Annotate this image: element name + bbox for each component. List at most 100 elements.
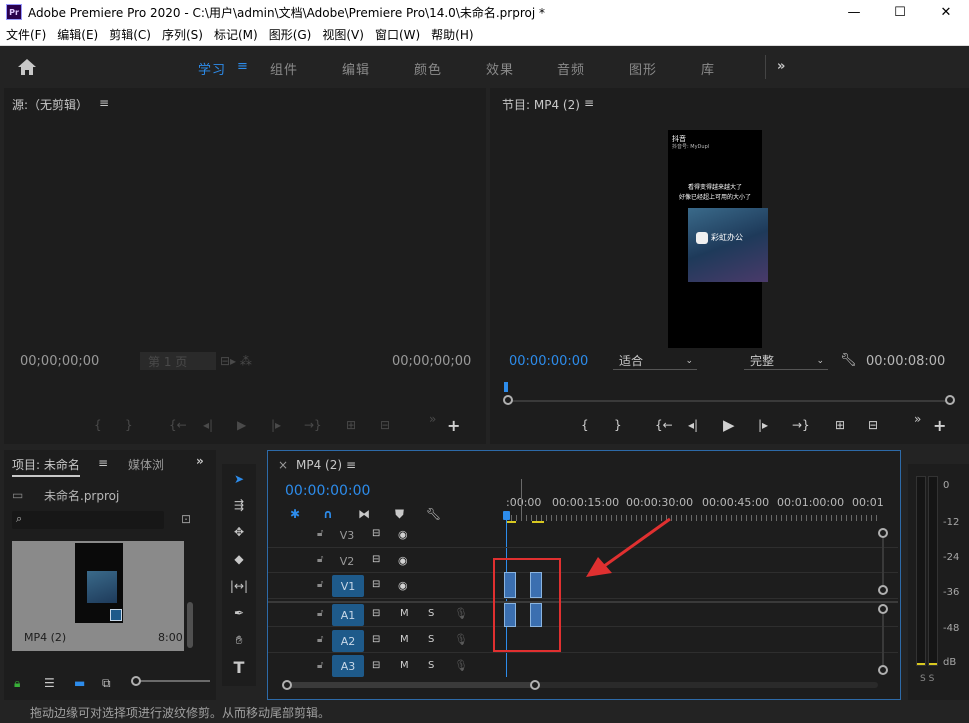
a1-solo-button[interactable]: S: [428, 608, 434, 619]
timeline-zoom-handle-left[interactable]: [282, 680, 292, 690]
menu-sequence[interactable]: 序列(S): [156, 26, 208, 43]
selection-tool-icon[interactable]: ➤: [227, 467, 251, 491]
video-track-scroll-top[interactable]: [878, 528, 888, 538]
source-go-to-out-icon[interactable]: →}: [304, 418, 322, 432]
a3-sync-icon[interactable]: ⊟: [372, 660, 380, 671]
program-go-to-out-icon[interactable]: →}: [792, 418, 810, 432]
project-menu-icon[interactable]: ≡: [98, 456, 108, 470]
menu-file[interactable]: 文件(F): [0, 26, 51, 43]
a1-mute-button[interactable]: M: [400, 608, 409, 619]
project-search-input[interactable]: ⌕: [12, 511, 164, 529]
workspace-graphics[interactable]: 图形: [629, 59, 657, 78]
a1-sync-icon[interactable]: ⊟: [372, 608, 380, 619]
program-video-frame[interactable]: 抖音 抖音号: MyDupl 看得变得越来越大了 好像已经超上可用的大小了 彩虹…: [668, 130, 768, 348]
program-scrub-track[interactable]: [508, 400, 948, 402]
workspace-menu-icon[interactable]: ≡: [237, 59, 249, 74]
ruler-ticks[interactable]: [506, 515, 878, 521]
menu-markers[interactable]: 标记(M): [208, 26, 263, 43]
audio-track-scroll-top[interactable]: [878, 604, 888, 614]
close-button[interactable]: ✕: [923, 0, 969, 24]
track-v2-label[interactable]: V2: [335, 551, 359, 571]
program-extract-icon[interactable]: ⊟: [868, 418, 878, 432]
a1-lock-icon[interactable]: 🔓︎: [317, 608, 323, 619]
source-insert-icon[interactable]: ⊞: [346, 418, 356, 432]
track-a2-target[interactable]: A2: [332, 630, 364, 652]
type-tool-icon[interactable]: T: [227, 655, 251, 679]
audio-track-scroll-bottom[interactable]: [878, 665, 888, 675]
timeline-settings-wrench-icon[interactable]: 🔧︎: [426, 507, 441, 521]
track-v1-target[interactable]: V1: [332, 575, 364, 597]
timeline-zoom-handle-right[interactable]: [530, 680, 540, 690]
source-timecode-current[interactable]: 00;00;00;00: [20, 354, 99, 369]
source-step-back-icon[interactable]: ◂|: [203, 418, 213, 432]
hand-tool-icon[interactable]: ✋︎: [227, 628, 251, 652]
track-a1-target[interactable]: A1: [332, 604, 364, 626]
workspace-color[interactable]: 颜色: [414, 59, 442, 78]
workspace-assembly[interactable]: 组件: [270, 59, 298, 78]
timeline-sequence-tab[interactable]: MP4 (2): [296, 458, 342, 472]
minimize-button[interactable]: —: [831, 0, 877, 24]
project-tab[interactable]: 项目: 未命名: [12, 456, 80, 477]
source-add-button-icon[interactable]: +: [447, 416, 460, 435]
program-zoom-handle-right[interactable]: [945, 395, 955, 405]
ripple-edit-tool-icon[interactable]: ✥: [227, 520, 251, 544]
source-mark-in-icon[interactable]: {: [94, 418, 102, 432]
menu-clip[interactable]: 剪辑(C): [103, 26, 156, 43]
a3-microphone-icon[interactable]: 🎙︎: [454, 659, 468, 672]
program-more-icon[interactable]: »: [914, 412, 921, 426]
timeline-menu-icon[interactable]: ≡: [346, 458, 356, 472]
program-step-back-icon[interactable]: ◂|: [688, 418, 698, 432]
source-step-forward-icon[interactable]: |▸: [271, 418, 281, 432]
v2-eye-icon[interactable]: ◉: [398, 554, 408, 567]
track-v3-label[interactable]: V3: [335, 525, 359, 545]
program-lift-icon[interactable]: ⊞: [835, 418, 845, 432]
program-menu-icon[interactable]: ≡: [584, 96, 594, 110]
menu-help[interactable]: 帮助(H): [425, 26, 478, 43]
program-timecode-duration[interactable]: 00:00:08:00: [866, 354, 945, 369]
list-view-icon[interactable]: ☰: [44, 676, 55, 690]
a2-mute-button[interactable]: M: [400, 634, 409, 645]
linked-selection-icon[interactable]: ⧓: [358, 507, 370, 521]
timeline-close-icon[interactable]: ×: [278, 458, 288, 472]
workspace-more-icon[interactable]: »: [777, 59, 786, 74]
workspace-audio[interactable]: 音频: [557, 59, 585, 78]
program-quality-dropdown[interactable]: 完整 ⌄: [744, 352, 828, 370]
v1-sync-icon[interactable]: ⊟: [372, 579, 380, 590]
source-menu-icon[interactable]: ≡: [99, 96, 109, 110]
source-overwrite-icon[interactable]: ⊟: [380, 418, 390, 432]
program-zoom-handle-left[interactable]: [503, 395, 513, 405]
maximize-button[interactable]: ☐: [877, 0, 923, 24]
timeline-scroll-thumb[interactable]: [288, 682, 538, 688]
program-add-button-icon[interactable]: +: [933, 416, 946, 435]
program-monitor-title[interactable]: 节目: MP4 (2): [502, 96, 580, 113]
home-icon[interactable]: [16, 57, 38, 77]
pen-tool-icon[interactable]: ✒: [227, 601, 251, 625]
nest-toggle-icon[interactable]: ✱: [290, 507, 300, 521]
icon-view-icon[interactable]: ▬: [74, 676, 85, 690]
menu-window[interactable]: 窗口(W): [369, 26, 425, 43]
workspace-effects[interactable]: 效果: [486, 59, 514, 78]
source-timecode-duration[interactable]: 00;00;00;00: [392, 354, 471, 369]
program-settings-wrench-icon[interactable]: 🔧︎: [840, 353, 857, 368]
v3-sync-icon[interactable]: ⊟: [372, 528, 380, 539]
program-playhead[interactable]: [504, 382, 508, 392]
v3-eye-icon[interactable]: ◉: [398, 528, 408, 541]
v2-sync-icon[interactable]: ⊟: [372, 554, 380, 565]
media-browser-tab[interactable]: 媒体浏: [128, 456, 164, 473]
workspace-libraries[interactable]: 库: [701, 59, 715, 78]
program-fit-dropdown[interactable]: 适合 ⌄: [613, 352, 697, 370]
workspace-learning[interactable]: 学习: [198, 59, 226, 78]
a2-solo-button[interactable]: S: [428, 634, 434, 645]
a2-lock-icon[interactable]: 🔓︎: [317, 634, 323, 645]
program-mark-out-icon[interactable]: }: [614, 418, 622, 432]
a3-solo-button[interactable]: S: [428, 660, 434, 671]
menu-graphics[interactable]: 图形(G): [263, 26, 317, 43]
v1-eye-icon[interactable]: ◉: [398, 579, 408, 592]
menu-view[interactable]: 视图(V): [316, 26, 369, 43]
audio-track-scrollbar[interactable]: [882, 614, 884, 665]
menu-edit[interactable]: 编辑(E): [51, 26, 103, 43]
video-track-scroll-bottom[interactable]: [878, 585, 888, 595]
source-settings-icon[interactable]: ⊟▸ ⁂: [220, 354, 252, 368]
freeform-view-icon[interactable]: ⧉: [102, 676, 111, 691]
a1-microphone-icon[interactable]: 🎙︎: [454, 607, 468, 620]
